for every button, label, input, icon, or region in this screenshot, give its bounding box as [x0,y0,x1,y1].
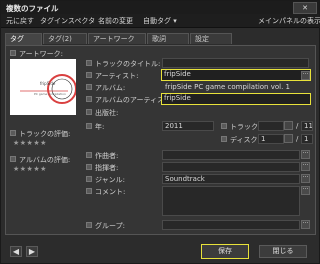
group-checkbox[interactable] [86,222,92,228]
year-field[interactable]: 2011 [162,121,214,131]
menu-undo[interactable]: 元に戻す [6,16,34,26]
track-rating-stars[interactable]: ★★★★★ [13,139,47,147]
artist-field[interactable]: fripSide [161,69,311,81]
artist-checkbox[interactable] [86,72,92,78]
disc-number-label: ディスク: [230,136,260,144]
group-field[interactable] [162,220,300,230]
tab-tag[interactable]: タグ [5,33,42,45]
svg-text:PC game compilation: PC game compilation [34,92,66,96]
next-file-button[interactable]: ▶ [26,246,38,257]
comment-more-button[interactable]: ··· [301,186,310,195]
album-rating-label: アルバムの評価: [19,156,71,164]
album-artwork-image: fripSide PC game compilation [10,59,77,115]
publisher-checkbox[interactable] [86,109,92,115]
composer-checkbox[interactable] [86,152,92,158]
save-button[interactable]: 保存 [201,244,249,259]
window-close-button[interactable]: ✕ [293,2,317,14]
year-label: 年: [95,123,105,131]
menu-tag-inspector[interactable]: タグインスペクタ [40,16,95,26]
genre-label: ジャンル: [95,176,126,184]
track-number-label: トラック: [230,123,261,131]
group-more-button[interactable]: ··· [301,220,310,229]
tag-panel: アートワーク: fripSide PC game compilation トラッ… [5,45,316,235]
comment-checkbox[interactable] [86,188,92,194]
menu-show-main-panel[interactable]: メインパネルの表示 [258,16,320,26]
tab-artwork[interactable]: アートワーク [88,33,146,44]
comment-label: コメント: [95,188,126,196]
album-rating-checkbox[interactable] [10,156,16,162]
previous-file-button[interactable]: ◀ [10,246,22,257]
genre-field[interactable]: Soundtrack [162,174,300,184]
tab-settings[interactable]: 設定 [190,33,232,44]
disc-number-checkbox[interactable] [221,136,227,142]
album-artwork[interactable]: fripSide PC game compilation [10,59,77,115]
track-total-field[interactable]: 11 [301,121,313,131]
track-number-slash: / [296,122,299,130]
track-number-spinner[interactable] [284,121,293,130]
artist-label: アーティスト: [95,72,139,80]
publisher-label: 出版社: [95,109,119,117]
track-rating-checkbox[interactable] [10,130,16,136]
genre-checkbox[interactable] [86,176,92,182]
lyricist-more-button[interactable]: ··· [301,162,310,171]
disc-number-spinner[interactable] [284,134,293,143]
album-checkbox[interactable] [86,84,92,90]
disc-total-field[interactable]: 1 [301,134,313,144]
multiple-files-dialog: 複数のファイル ✕ 元に戻す タグインスペクタ 名前の変更 自動タグ ▾ メイン… [0,0,320,264]
artwork-label: アートワーク: [19,50,63,58]
disc-number-field[interactable]: 1 [258,134,284,144]
lyricist-label: 指揮者: [95,164,119,172]
artwork-checkbox[interactable] [10,50,16,56]
album-field[interactable]: fripSide PC game compilation vol. 1 [162,82,309,92]
close-button[interactable]: 閉じる [259,245,307,258]
title-bar: 複数のファイル ✕ [1,1,319,14]
composer-field[interactable] [162,150,300,160]
svg-text:fripSide: fripSide [40,81,56,86]
year-checkbox[interactable] [86,123,92,129]
comment-field[interactable] [162,186,300,216]
album-label: アルバム: [95,84,126,92]
composer-more-button[interactable]: ··· [301,150,310,159]
track-title-field[interactable] [162,58,309,68]
artist-more-button[interactable]: ··· [301,71,310,80]
window-title: 複数のファイル [6,4,59,13]
track-number-checkbox[interactable] [221,123,227,129]
lyricist-field[interactable] [162,162,300,172]
track-rating-label: トラックの評価: [19,130,71,138]
genre-more-button[interactable]: ··· [301,174,310,183]
album-artist-checkbox[interactable] [86,96,92,102]
lyricist-checkbox[interactable] [86,164,92,170]
track-title-checkbox[interactable] [86,60,92,66]
album-rating-stars[interactable]: ★★★★★ [13,165,47,173]
menu-auto-tag[interactable]: 自動タグ ▾ [143,16,177,26]
tab-tag-2[interactable]: タグ(2) [43,33,87,44]
menu-bar: 元に戻す タグインスペクタ 名前の変更 自動タグ ▾ メインパネルの表示 [1,14,320,28]
composer-label: 作曲者: [95,152,119,160]
menu-rename[interactable]: 名前の変更 [98,16,133,26]
group-label: グループ: [95,222,125,230]
disc-number-slash: / [296,135,299,143]
album-artist-field[interactable]: fripSide [161,93,311,105]
track-number-field[interactable] [258,121,284,131]
track-title-label: トラックのタイトル: [95,60,161,68]
tab-lyrics[interactable]: 歌詞 [147,33,189,44]
